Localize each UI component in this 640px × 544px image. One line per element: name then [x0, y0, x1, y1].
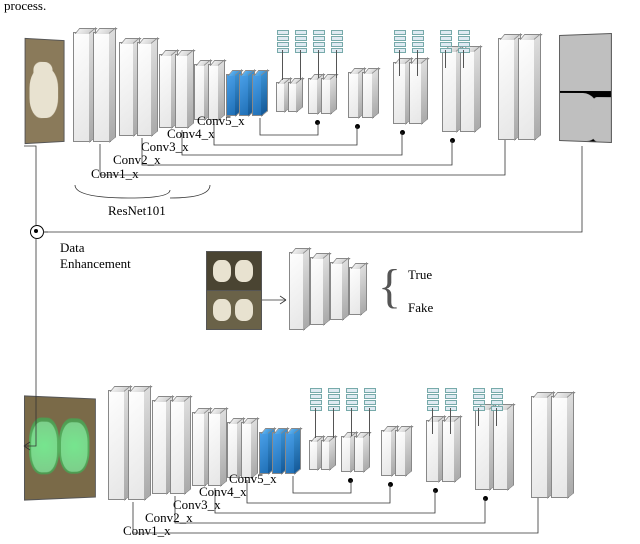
disc-fake-label: Fake [408, 300, 433, 316]
fft-bot-3 [346, 388, 356, 412]
enc3-top [159, 54, 173, 128]
output-mask-top [559, 33, 612, 143]
feedback-node [30, 225, 44, 239]
enc4b-top [208, 64, 220, 120]
fft-top-8 [458, 30, 468, 54]
enc2-bot [152, 400, 168, 494]
fft-bot-8 [491, 388, 501, 412]
enc5c-top [252, 74, 263, 116]
enc5b-top [239, 74, 250, 116]
fft-top-7 [440, 30, 450, 54]
dec6b-bot [551, 396, 569, 498]
enc1-top [73, 32, 91, 142]
conv5-label-bot: Conv5_x [229, 471, 277, 487]
backbone-label: ResNet101 [108, 203, 166, 219]
fft-bot-7 [473, 388, 483, 412]
disc-input-real [206, 251, 262, 291]
dec1-top [276, 82, 286, 112]
dec6-bot [531, 396, 549, 498]
skip-dot [388, 482, 393, 487]
dec2b-top [321, 78, 332, 114]
fft-top-2 [295, 30, 305, 54]
dec3b-top [362, 72, 374, 118]
dec2-bot [341, 436, 352, 472]
enc5-top [226, 74, 237, 116]
dec3-bot [381, 430, 393, 476]
conv1-label-top: Conv1_x [91, 166, 139, 182]
skip-dot [355, 124, 360, 129]
fft-top-5 [394, 30, 404, 54]
dec1-bot [309, 440, 319, 470]
enc5b-bot [272, 432, 283, 474]
skip-dot [315, 120, 320, 125]
dec2b-bot [354, 436, 365, 472]
enc4-bot [227, 422, 239, 478]
fft-top-6 [412, 30, 422, 54]
disc-block-2 [310, 257, 325, 325]
dec4-top [393, 62, 407, 124]
dec4-bot [426, 420, 440, 482]
dec3-top [348, 72, 360, 118]
fft-bot-2 [328, 388, 338, 412]
fft-bot-6 [445, 388, 455, 412]
page-fragment: process. [4, 0, 46, 14]
dec6b-top [518, 38, 536, 140]
fft-bot-4 [364, 388, 374, 412]
input-image-top [25, 38, 65, 144]
enc4-top [194, 64, 206, 120]
enc2-top [119, 42, 135, 136]
enc1-bot [108, 390, 126, 500]
dec4b-top [409, 62, 423, 124]
fft-top-3 [313, 30, 323, 54]
disc-input-fake [206, 290, 262, 330]
enc1b-top [93, 32, 111, 142]
enc2b-top [137, 42, 153, 136]
dec3b-bot [395, 430, 407, 476]
skip-dot [450, 138, 455, 143]
conv5-label-top: Conv5_x [197, 113, 245, 129]
enc3-bot [192, 412, 206, 486]
disc-block-4 [349, 267, 362, 315]
enc2b-bot [170, 400, 186, 494]
enc3b-top [175, 54, 189, 128]
enc5c-bot [285, 432, 296, 474]
dec4b-bot [442, 420, 456, 482]
fft-bot-5 [427, 388, 437, 412]
fft-top-1 [277, 30, 287, 54]
enc1b-bot [128, 390, 146, 500]
skip-dot [400, 130, 405, 135]
fft-bot-1 [310, 388, 320, 412]
disc-block-3 [330, 262, 344, 320]
enc5-bot [259, 432, 270, 474]
disc-brace-icon: { [378, 263, 401, 311]
disc-block-1 [289, 252, 305, 330]
skip-dot [348, 478, 353, 483]
dec2-top [308, 78, 319, 114]
dec6-top [498, 38, 516, 140]
input-image-bottom [24, 395, 96, 500]
skip-dot [483, 496, 488, 501]
dec1b-top [288, 82, 298, 112]
skip-dot [433, 488, 438, 493]
data-enhancement-label: Data Enhancement [60, 240, 131, 272]
disc-true-label: True [408, 267, 432, 283]
enc4b-bot [241, 422, 253, 478]
fft-top-4 [331, 30, 341, 54]
dec1b-bot [321, 440, 331, 470]
enc3b-bot [208, 412, 222, 486]
